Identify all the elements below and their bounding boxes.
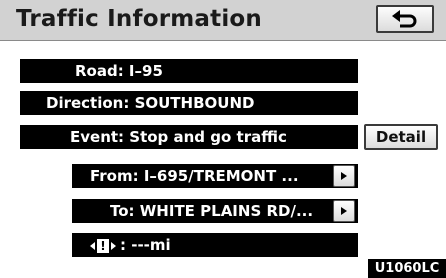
page-title: Traffic Information <box>16 6 262 32</box>
direction-bar: Direction: SOUTHBOUND <box>20 91 358 115</box>
to-arrow-button[interactable] <box>333 200 355 222</box>
return-arrow-icon <box>392 10 417 28</box>
figure-code: U1060LC <box>368 259 446 278</box>
from-bar: From: I–695/TREMONT ... <box>72 164 358 188</box>
play-triangle-icon <box>341 172 347 180</box>
road-bar: Road: I–95 <box>20 59 358 83</box>
road-label: Road: I–95 <box>75 62 163 80</box>
event-bar: Event: Stop and go traffic <box>20 125 358 149</box>
warning-direction-icon: ! <box>90 238 116 253</box>
header-bar: Traffic Information <box>0 0 446 41</box>
to-bar: To: WHITE PLAINS RD/... <box>72 199 358 223</box>
distance-bar: ! : ‐‐‐mi <box>72 233 358 257</box>
direction-label: Direction: SOUTHBOUND <box>46 94 255 112</box>
detail-button[interactable]: Detail <box>364 124 438 150</box>
to-label: To: WHITE PLAINS RD/... <box>110 202 314 220</box>
from-label: From: I–695/TREMONT ... <box>90 167 299 185</box>
from-arrow-button[interactable] <box>333 165 355 187</box>
event-label: Event: Stop and go traffic <box>70 128 287 146</box>
play-triangle-icon <box>341 207 347 215</box>
back-button[interactable] <box>376 5 434 33</box>
distance-label: : ‐‐‐mi <box>120 236 171 254</box>
